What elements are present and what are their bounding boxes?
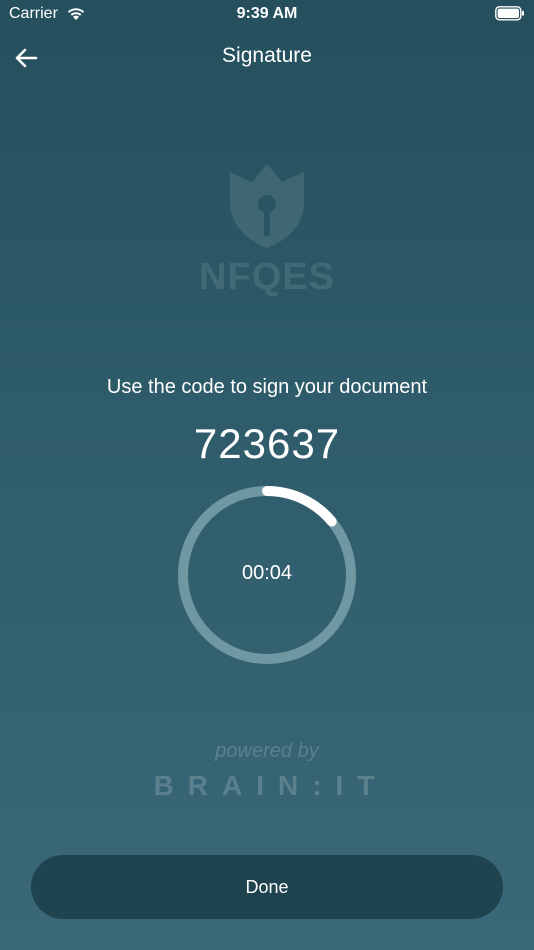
sign-instruction: Use the code to sign your document xyxy=(106,376,428,398)
logo-wordmark: NFQES xyxy=(199,256,335,298)
navigation-bar: Signature xyxy=(0,36,534,76)
countdown-timer: 00:04 xyxy=(172,480,362,670)
countdown-text: 00:04 xyxy=(241,562,293,584)
status-time: 9:39 AM xyxy=(236,5,298,22)
shield-pen-icon xyxy=(230,164,304,248)
nfqes-logo: NFQES xyxy=(196,160,338,298)
powered-by-label: powered by xyxy=(215,740,319,762)
brand-logo: BRAIN:IT xyxy=(153,770,389,801)
status-bar: Carrier 9:39 AM xyxy=(0,0,534,28)
done-button[interactable]: Done xyxy=(31,855,503,919)
page-title: Signature xyxy=(222,44,312,67)
signing-code: 723637 xyxy=(193,420,341,467)
battery-icon xyxy=(495,6,524,21)
